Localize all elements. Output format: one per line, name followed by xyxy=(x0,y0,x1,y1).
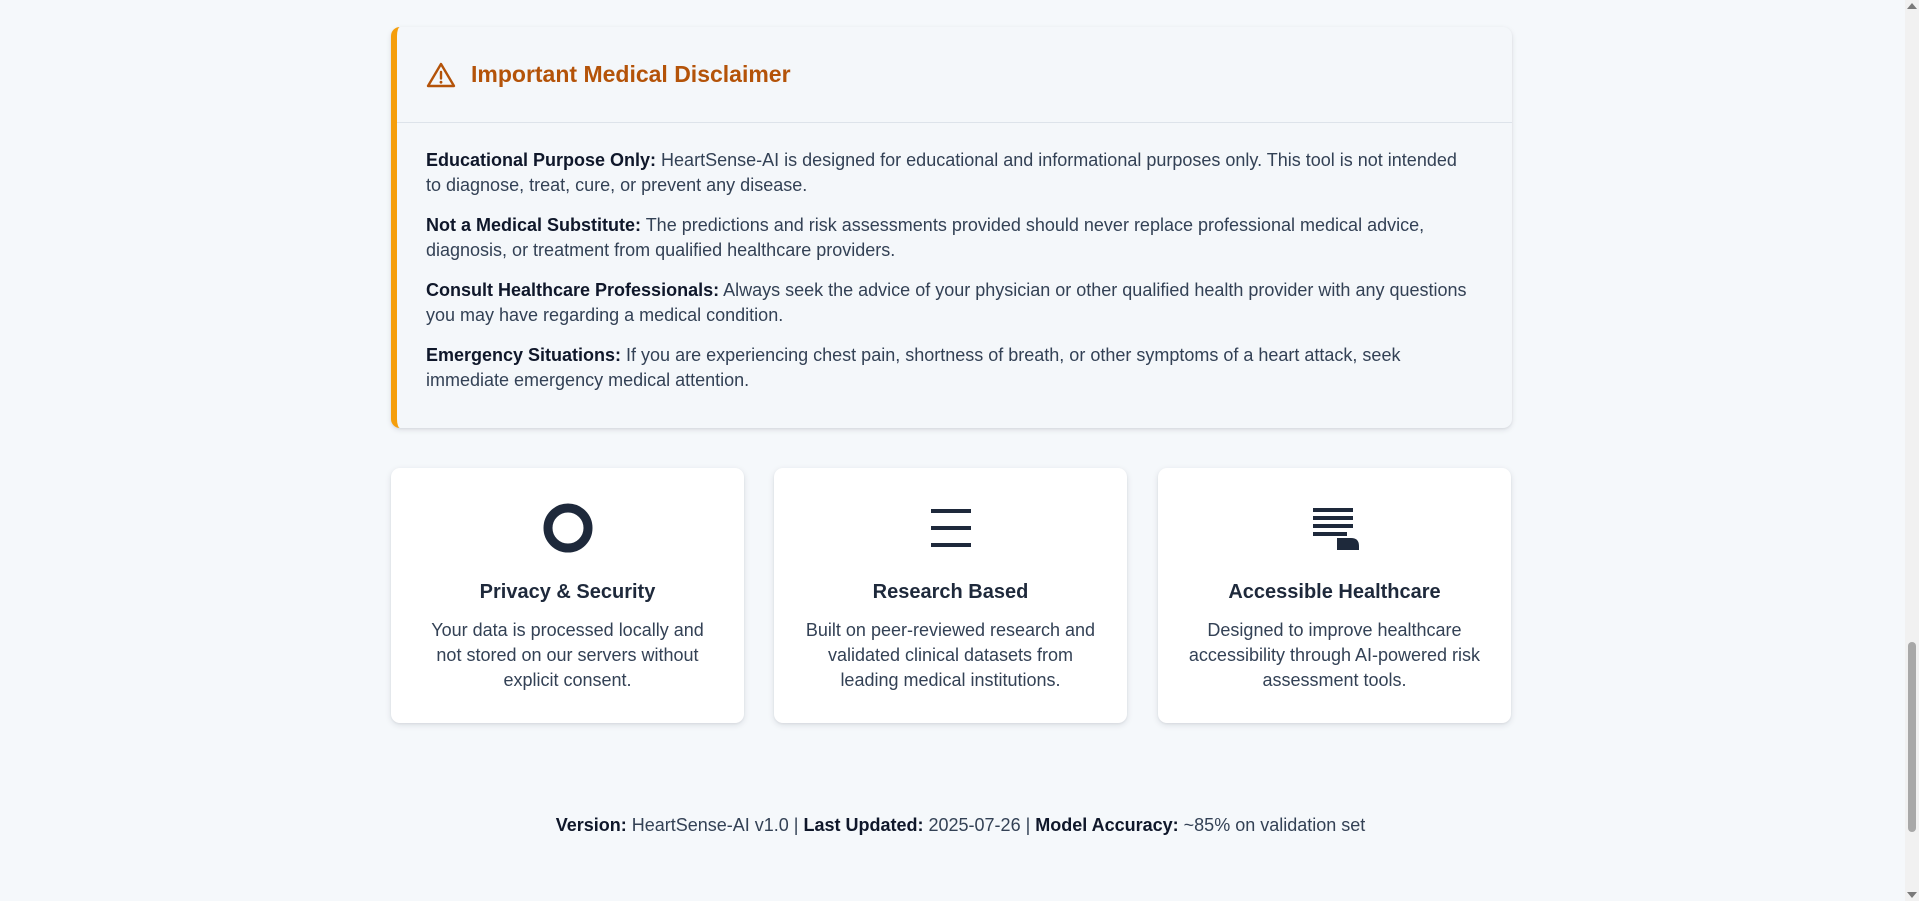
version-label: Version: xyxy=(555,815,627,835)
feature-cards: Privacy & Security Your data is processe… xyxy=(391,468,1512,723)
disclaimer-item: Consult Healthcare Professionals: Always… xyxy=(426,278,1472,328)
scroll-down-arrow-icon[interactable] xyxy=(1907,892,1917,898)
medical-disclaimer-card: Important Medical Disclaimer Educational… xyxy=(391,27,1512,428)
disclaimer-body: Educational Purpose Only: HeartSense-AI … xyxy=(397,123,1512,393)
scroll-up-arrow-icon[interactable] xyxy=(1907,3,1917,9)
model-accuracy-value: ~85% on validation set xyxy=(1178,815,1366,835)
feature-card-accessible: Accessible Healthcare Designed to improv… xyxy=(1158,468,1511,723)
disclaimer-item-label: Consult Healthcare Professionals: xyxy=(426,280,720,300)
disclaimer-item-label: Educational Purpose Only: xyxy=(426,150,657,170)
circle-icon xyxy=(542,502,594,554)
last-updated-value: 2025-07-26 | xyxy=(923,815,1036,835)
feature-card-title: Accessible Healthcare xyxy=(1228,581,1441,603)
vertical-scrollbar[interactable] xyxy=(1905,0,1919,901)
disclaimer-item: Not a Medical Substitute: The prediction… xyxy=(426,213,1472,263)
feature-card-text: Built on peer-reviewed research and vali… xyxy=(805,620,1096,690)
feature-card-title: Privacy & Security xyxy=(479,581,656,603)
model-accuracy-label: Model Accuracy: xyxy=(1035,815,1179,835)
feature-card-title: Research Based xyxy=(872,581,1029,603)
feature-card-text: Designed to improve healthcare accessibi… xyxy=(1188,620,1481,690)
warning-triangle-icon xyxy=(426,61,456,89)
version-value: HeartSense-AI v1.0 | xyxy=(626,815,804,835)
scrollbar-thumb[interactable] xyxy=(1908,642,1916,832)
footer-info: Version: HeartSense-AI v1.0 | Last Updat… xyxy=(0,815,1919,836)
disclaimer-item: Emergency Situations: If you are experie… xyxy=(426,343,1472,393)
feature-card-text: Your data is processed locally and not s… xyxy=(431,620,704,690)
last-updated-label: Last Updated: xyxy=(803,815,924,835)
disclaimer-item-label: Not a Medical Substitute: xyxy=(426,215,642,235)
feature-card-privacy: Privacy & Security Your data is processe… xyxy=(391,468,744,723)
disclaimer-item: Educational Purpose Only: HeartSense-AI … xyxy=(426,148,1472,198)
disclaimer-header: Important Medical Disclaimer xyxy=(397,27,1512,123)
disclaimer-title: Important Medical Disclaimer xyxy=(471,61,791,87)
feature-card-research: Research Based Built on peer-reviewed re… xyxy=(774,468,1127,723)
document-lines-icon xyxy=(1309,502,1361,554)
disclaimer-item-label: Emergency Situations: xyxy=(426,345,622,365)
menu-lines-icon xyxy=(925,502,977,554)
